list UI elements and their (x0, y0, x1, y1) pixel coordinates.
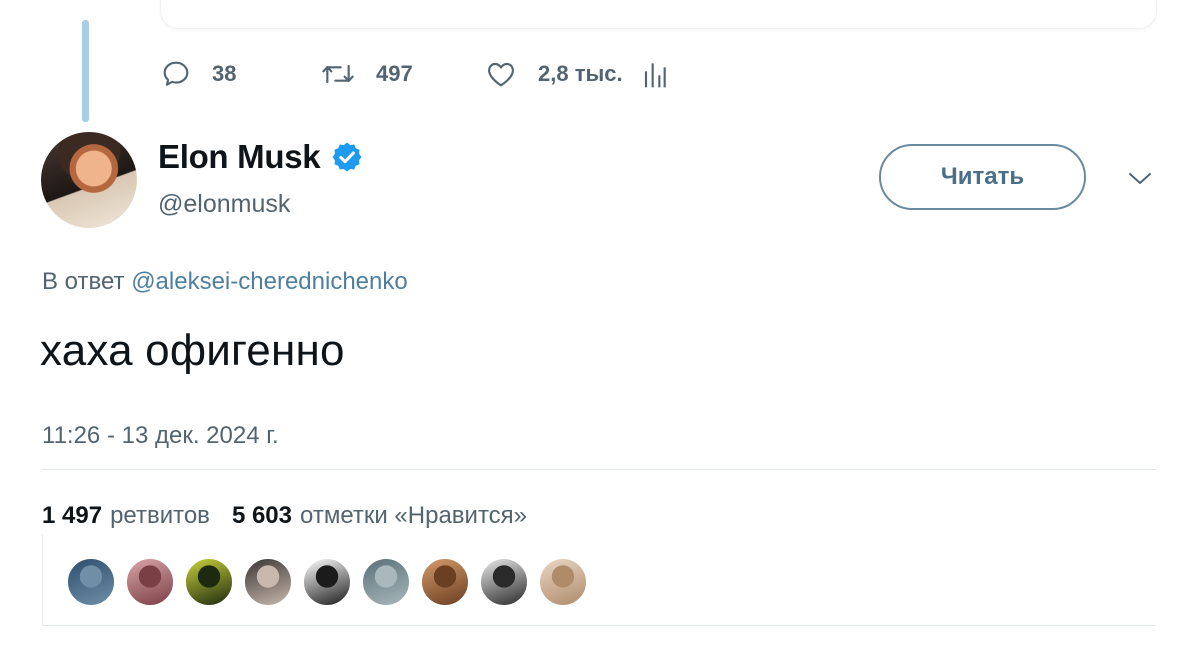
divider (42, 469, 1156, 470)
comment-bubble-icon (160, 58, 192, 90)
author-display-name[interactable]: Elon Musk (158, 138, 321, 176)
retweets-label: ретвитов (110, 502, 210, 529)
likes-label: отметки «Нравится» (300, 502, 528, 529)
liker-avatar[interactable] (420, 557, 470, 607)
reply-prefix: В ответ (42, 268, 125, 295)
analytics-bars-icon (642, 58, 666, 90)
retweets-total: 1 497 (42, 502, 103, 529)
liker-avatar[interactable] (361, 557, 411, 607)
like-count: 2,8 тыс. (538, 61, 623, 86)
liker-avatar[interactable] (302, 557, 352, 607)
parent-tweet-actions: 38 497 2,8 тыс. (160, 54, 666, 94)
like-button[interactable]: 2,8 тыс. (484, 58, 634, 90)
liker-avatar[interactable] (125, 557, 175, 607)
parent-tweet-card (160, 0, 1157, 29)
retweet-button[interactable]: 497 (320, 58, 484, 90)
reply-count: 38 (212, 61, 237, 86)
likes-stat-link[interactable]: 5 603 отметки «Нравится» (232, 502, 527, 530)
liker-avatar[interactable] (184, 557, 234, 607)
chevron-down-icon (1127, 171, 1153, 192)
follow-button[interactable]: Читать (879, 144, 1086, 210)
author-avatar[interactable] (41, 132, 137, 228)
tweet-text: хаха офигенно (40, 326, 345, 375)
retweet-icon (320, 58, 356, 90)
author-handle[interactable]: @elonmusk (158, 190, 290, 219)
liker-avatar[interactable] (479, 557, 529, 607)
heart-icon (484, 58, 518, 90)
reply-context: В ответ @aleksei-cherednichenko (42, 268, 408, 296)
retweet-count: 497 (376, 61, 413, 86)
retweets-stat-link[interactable]: 1 497 ретвитов (42, 502, 210, 530)
author-name-row: Elon Musk (158, 138, 364, 176)
tweet-timestamp[interactable]: 11:26 - 13 дек. 2024 г. (42, 422, 279, 450)
reply-button[interactable]: 38 (160, 58, 320, 90)
liker-avatar[interactable] (538, 557, 588, 607)
verified-badge-icon (330, 140, 364, 174)
likes-total: 5 603 (231, 502, 292, 529)
more-options-button[interactable] (1126, 168, 1154, 194)
divider (42, 625, 1156, 626)
reply-mention-link[interactable]: @aleksei-cherednichenko (131, 268, 408, 295)
liker-avatar[interactable] (243, 557, 293, 607)
liker-avatar[interactable] (66, 557, 116, 607)
liker-avatars (66, 557, 597, 607)
thread-connector-line (82, 20, 89, 122)
view-analytics-button[interactable] (642, 58, 666, 90)
engagement-stats: 1 497 ретвитов 5 603 отметки «Нравится» (42, 502, 527, 530)
